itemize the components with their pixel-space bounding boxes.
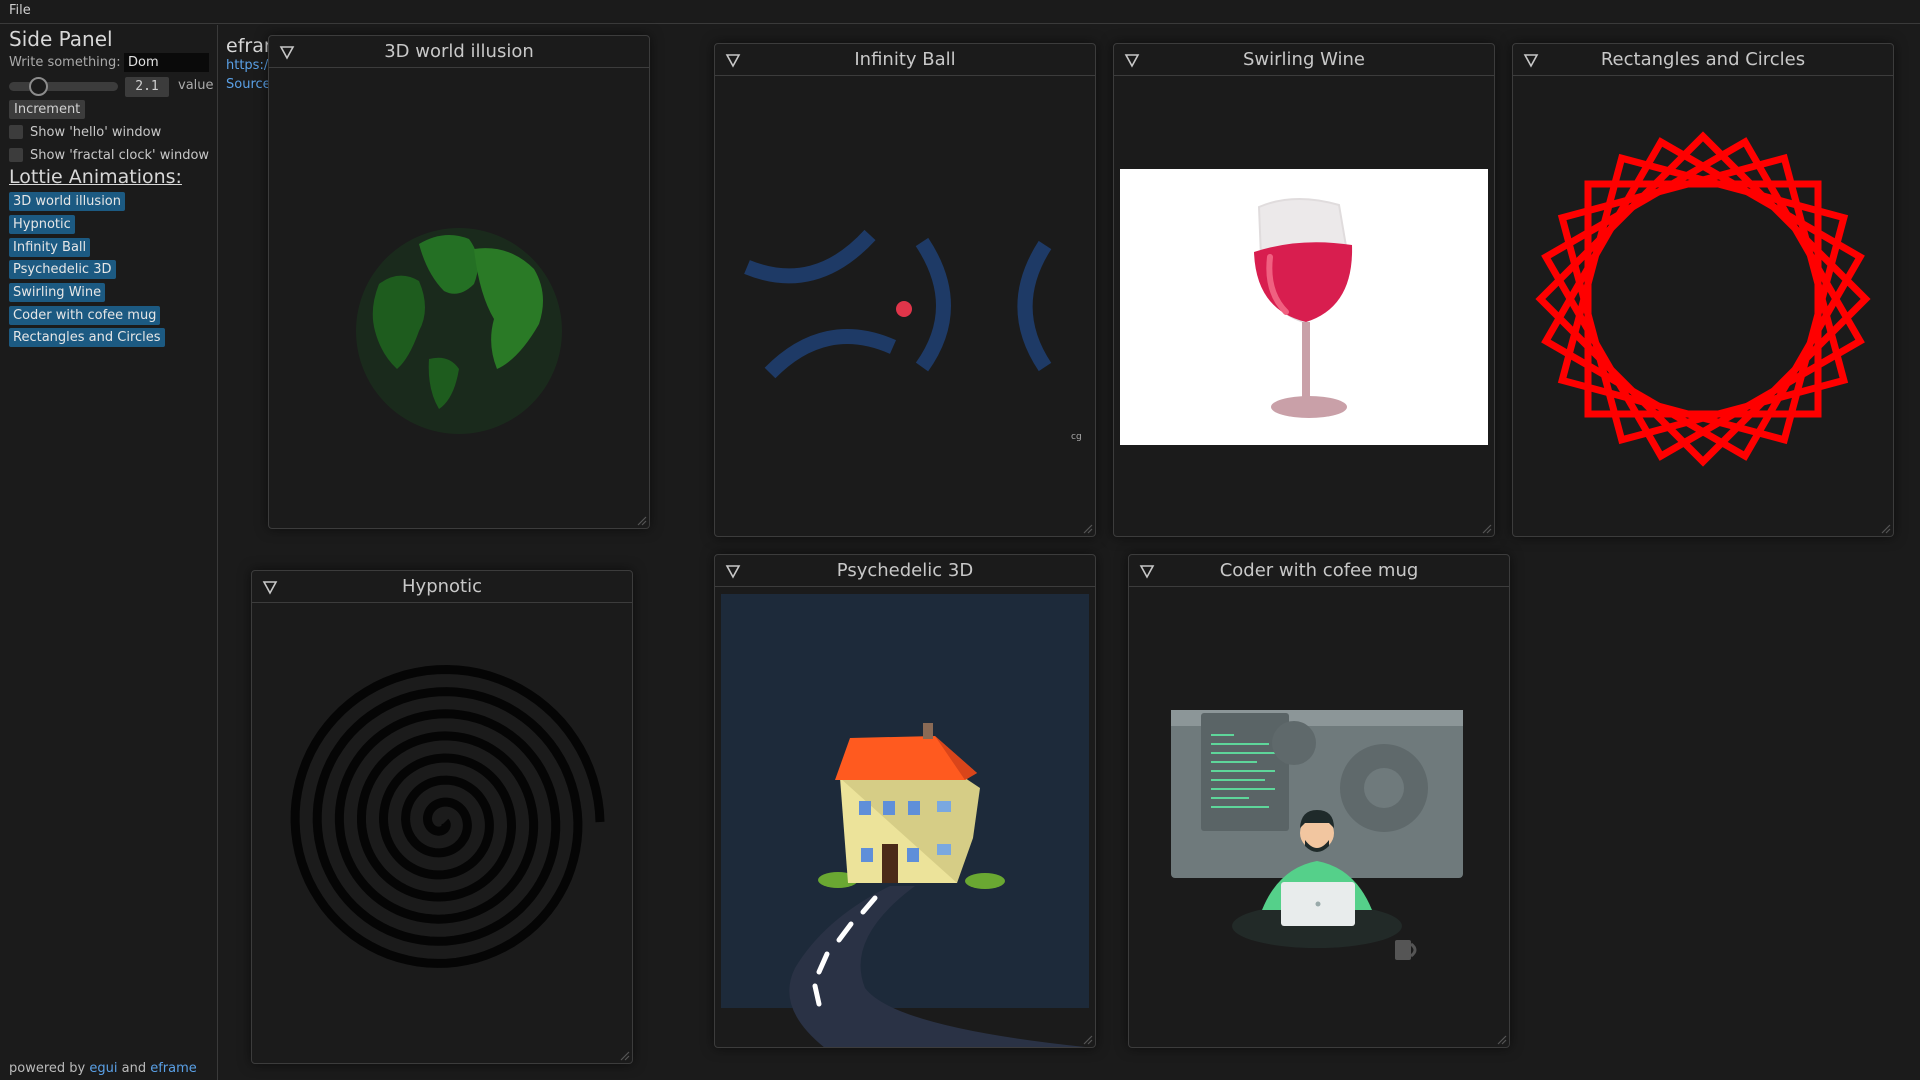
show-clock-label: Show 'fractal clock' window [30,147,210,163]
window-titlebar[interactable]: Infinity Ball [715,44,1095,76]
rotated-square [1541,137,1865,461]
gear-large-hub [1364,768,1404,808]
checkbox-icon [9,125,23,139]
house-window [937,844,951,855]
menu-bar: File [0,0,1920,24]
value-slider-thumb[interactable] [28,77,48,96]
globe-animation [356,228,562,434]
anim-button-psychedelic-3d[interactable]: Psychedelic 3D [9,260,116,279]
resize-grip-icon[interactable] [1879,522,1891,534]
lottie-animations-heading: Lottie Animations: [9,166,182,188]
window-swirling-wine: Swirling Wine [1113,43,1495,537]
swirling-wine-animation [1120,169,1488,445]
window-titlebar[interactable]: 3D world illusion [269,36,649,68]
house-window [861,848,873,862]
window-title: Psychedelic 3D [836,560,974,581]
side-panel: Side Panel Write something: 2.1 value In… [0,25,218,1080]
infinity-arc [764,329,897,379]
anim-button-swirling-wine[interactable]: Swirling Wine [9,283,106,302]
resize-grip-icon[interactable] [618,1049,630,1061]
rectangles-circles-animation [1535,131,1871,467]
central-source-link[interactable]: Source [226,77,271,92]
house-window [907,848,919,862]
anim-button-hypnotic[interactable]: Hypnotic [9,215,75,234]
show-hello-checkbox[interactable]: Show 'hello' window [9,123,161,141]
egui-link[interactable]: egui [89,1061,117,1076]
rotated-squares [1535,131,1871,467]
central-url-link[interactable]: https:/ [226,58,268,73]
write-something-label: Write something: [9,55,121,70]
window-titlebar[interactable]: Rectangles and Circles [1513,44,1893,76]
anim-button-rectangles-and-circles[interactable]: Rectangles and Circles [9,328,165,347]
show-hello-label: Show 'hello' window [30,124,162,140]
infinity-arc [744,229,876,284]
coffee-mug [1395,940,1411,960]
house-window [937,801,951,812]
rotated-square [1541,137,1865,461]
eframe-link[interactable]: eframe [150,1061,197,1076]
window-coder-with-cofee-mug: Coder with cofee mug [1128,554,1510,1048]
rotated-square [1557,153,1849,445]
gear-small [1272,721,1316,765]
window-title: Rectangles and Circles [1600,49,1806,70]
house-window [908,801,920,815]
rotated-square [1557,153,1849,445]
window-infinity-ball: Infinity Ball cg [714,43,1096,537]
psychedelic-house-animation [721,594,1089,1047]
infinity-watermark: cg [1071,432,1082,442]
window-titlebar[interactable]: Hypnotic [252,571,632,603]
wine-glass-base [1271,396,1347,418]
window-psychedelic-3d: Psychedelic 3D [714,554,1096,1048]
write-something-input[interactable] [124,53,209,72]
checkbox-icon [9,148,23,162]
house-window [883,801,895,815]
anim-button-coder-with-cofee-mug[interactable]: Coder with cofee mug [9,306,161,325]
powered-and-text: and [121,1061,147,1076]
value-drag-field[interactable]: 2.1 [125,77,169,97]
powered-by-footer: powered by egui and eframe [9,1061,197,1076]
window-title: Swirling Wine [1243,49,1365,70]
window-titlebar[interactable]: Coder with cofee mug [1129,555,1509,587]
window-hypnotic: Hypnotic [251,570,633,1064]
value-slider-track[interactable] [9,82,118,91]
house-door [882,844,898,883]
side-panel-heading: Side Panel [9,27,113,51]
window-3d-world-illusion: 3D world illusion [268,35,650,529]
value-label: value [178,78,214,93]
hypnotic-spiral-animation [290,664,605,968]
bush [965,873,1005,889]
window-title: Infinity Ball [854,49,956,70]
window-title: 3D world illusion [384,41,534,62]
laptop-logo [1315,901,1321,907]
wine-glass-stem [1302,322,1310,402]
resize-grip-icon[interactable] [1480,522,1492,534]
window-title: Hypnotic [402,576,482,597]
window-title: Coder with cofee mug [1219,560,1419,581]
chimney [923,723,933,739]
resize-grip-icon[interactable] [635,514,647,526]
anim-button-3d-world-illusion[interactable]: 3D world illusion [9,192,125,211]
show-clock-checkbox[interactable]: Show 'fractal clock' window [9,146,209,164]
menu-file[interactable]: File [9,3,31,18]
window-titlebar[interactable]: Swirling Wine [1114,44,1494,76]
infinity-ball [896,301,912,317]
powered-by-text: powered by [9,1061,86,1076]
infinity-arc [915,237,951,372]
resize-grip-icon[interactable] [1081,522,1093,534]
coffee-mug-handle [1410,942,1417,958]
resize-grip-icon[interactable] [1495,1033,1507,1045]
anim-button-infinity-ball[interactable]: Infinity Ball [9,238,91,257]
resize-grip-icon[interactable] [1081,1033,1093,1045]
spiral-stroke [290,664,605,968]
infinity-ball-animation: cg [744,229,1082,442]
increment-button[interactable]: Increment [9,100,86,119]
infinity-arc [1017,240,1052,372]
window-titlebar[interactable]: Psychedelic 3D [715,555,1095,587]
window-rectangles-and-circles: Rectangles and Circles [1512,43,1894,537]
coder-animation [1171,710,1463,960]
house-window [859,801,871,815]
